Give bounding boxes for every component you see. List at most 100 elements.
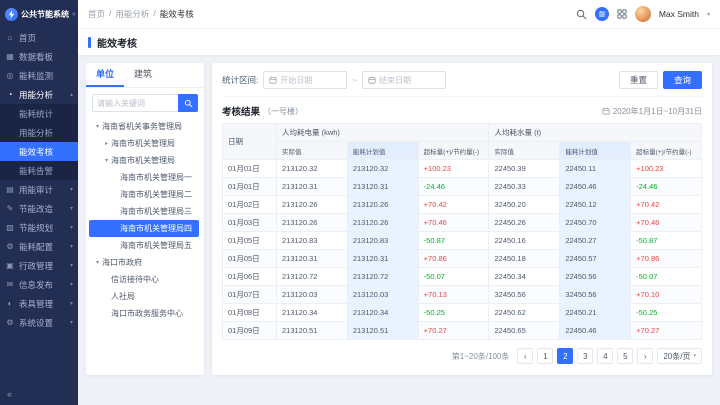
- sidebar-item-label: 节能规划: [19, 222, 53, 234]
- sidebar-item[interactable]: ✉信息发布▾: [0, 275, 78, 294]
- sidebar-item[interactable]: ◎能耗监测: [0, 66, 78, 85]
- sidebar-item[interactable]: ◐表具管理▾: [0, 294, 78, 313]
- col-subheader: 能耗计划值: [560, 142, 631, 160]
- caret-down-icon: ▾: [70, 319, 73, 326]
- tree-search: [86, 88, 204, 116]
- title-accent-bar: [88, 37, 91, 48]
- cell-value: 213120.72: [277, 268, 348, 286]
- sidebar-item[interactable]: ⚙系统设置▾: [0, 313, 78, 332]
- tree-node[interactable]: 海南市机关管理局二: [89, 186, 199, 203]
- tree-node[interactable]: ▾海南市机关管理局: [89, 152, 199, 169]
- next-page-button[interactable]: ›: [637, 348, 653, 364]
- tree-node[interactable]: 信访接待中心: [89, 271, 199, 288]
- tree-node[interactable]: 海南市机关管理局一: [89, 169, 199, 186]
- sidebar-item[interactable]: ⚙能耗配置▾: [0, 237, 78, 256]
- sidebar-menu: ⌂首页▦数据看板◎能耗监测◔用能分析▴能耗统计用能分析能效考核能耗告警▤用能审计…: [0, 28, 78, 383]
- cell-date: 01月03日: [223, 214, 277, 232]
- tree-node[interactable]: 海南市机关管理局五: [89, 237, 199, 254]
- page-button[interactable]: 4: [597, 348, 613, 364]
- sidebar-item-label: 能耗配置: [19, 241, 53, 253]
- cell-value: 22450.21: [560, 304, 631, 322]
- cell-value: 213120.31: [277, 250, 348, 268]
- sidebar-item[interactable]: ▤用能审计▾: [0, 180, 78, 199]
- page-title: 能效考核: [97, 35, 137, 50]
- cell-value: -50.25: [418, 304, 489, 322]
- org-tree-panel: 单位 建筑 ▾海南省机关事务管理局▸海南市机关管理局▾海南市机关管理局海南市机关…: [86, 63, 204, 375]
- cell-value: 213120.34: [277, 304, 348, 322]
- sidebar-subitem[interactable]: 能耗统计: [0, 104, 78, 123]
- page-button[interactable]: 2: [557, 348, 573, 364]
- sidebar-footer: «: [0, 383, 78, 405]
- apps-grid-icon[interactable]: [617, 9, 627, 19]
- cell-value: 32450.20: [489, 196, 560, 214]
- cell-value: +70.27: [631, 322, 702, 340]
- sidebar-item[interactable]: ▣行政管理▾: [0, 256, 78, 275]
- tree-node[interactable]: ▾海南省机关事务管理局: [89, 118, 199, 135]
- page-size-value: 20条/页: [663, 351, 690, 362]
- cell-value: 22450.18: [489, 250, 560, 268]
- search-button[interactable]: [178, 94, 198, 112]
- sidebar-subitem[interactable]: 用能分析: [0, 123, 78, 142]
- config-icon: ⚙: [5, 242, 15, 251]
- admin-icon: ▣: [5, 261, 15, 270]
- tree-node[interactable]: ▾海口市政府: [89, 254, 199, 271]
- calendar-icon: [368, 76, 376, 84]
- avatar[interactable]: [635, 6, 651, 22]
- sidebar-collapse-icon[interactable]: «: [72, 11, 76, 18]
- end-date-placeholder: 结束日期: [379, 75, 411, 86]
- assessment-panel: 统计区间: 开始日期 ~ 结束日期 重置 查询 考核结果 （一号楼）: [212, 63, 712, 375]
- tree-node[interactable]: ▸海南市机关管理局: [89, 135, 199, 152]
- cell-value: 22450.70: [560, 214, 631, 232]
- cell-value: 22450.16: [489, 232, 560, 250]
- page-button[interactable]: 1: [537, 348, 553, 364]
- filter-icon[interactable]: [595, 7, 609, 21]
- cell-value: -50.87: [418, 232, 489, 250]
- breadcrumb-analysis[interactable]: 用能分析: [115, 8, 149, 20]
- sidebar-item[interactable]: ▦数据看板: [0, 47, 78, 66]
- start-date-input[interactable]: 开始日期: [263, 71, 347, 89]
- home-icon: ⌂: [5, 33, 15, 42]
- cell-date: 01月05日: [223, 232, 277, 250]
- sidebar-item[interactable]: ▧节能规划▾: [0, 218, 78, 237]
- cell-value: 213120.51: [277, 322, 348, 340]
- caret-up-icon: ▴: [70, 91, 73, 98]
- cell-value: +70.86: [418, 250, 489, 268]
- tree-node[interactable]: 海口市政务服务中心: [89, 305, 199, 322]
- search-icon[interactable]: [576, 9, 587, 20]
- calendar-icon: [269, 76, 277, 84]
- cell-value: 22450.27: [560, 232, 631, 250]
- reset-button[interactable]: 重置: [619, 71, 658, 89]
- sidebar-item[interactable]: ⌂首页: [0, 28, 78, 47]
- breadcrumb: 首页 / 用能分析 / 能效考核: [88, 8, 194, 20]
- prev-page-button[interactable]: ‹: [517, 348, 533, 364]
- tree-node-label: 海南市机关管理局二: [120, 189, 192, 200]
- results-subtitle: （一号楼）: [263, 106, 303, 117]
- sidebar-subitem[interactable]: 能效考核: [0, 142, 78, 161]
- collapse-menu-icon[interactable]: «: [7, 389, 12, 399]
- tab-building[interactable]: 建筑: [124, 63, 162, 87]
- caret-down-icon: ▾: [70, 205, 73, 212]
- pagination-total: 第1~20条/100条: [452, 351, 510, 362]
- cell-value: 213120.32: [277, 160, 348, 178]
- query-button[interactable]: 查询: [663, 71, 702, 89]
- breadcrumb-home[interactable]: 首页: [88, 8, 105, 20]
- cell-value: 213120.26: [347, 196, 418, 214]
- end-date-input[interactable]: 结束日期: [362, 71, 446, 89]
- page-number-buttons: 12345: [537, 348, 633, 364]
- search-input[interactable]: [92, 94, 178, 112]
- tree-node[interactable]: 海南市机关管理局四: [89, 220, 199, 237]
- sidebar-item[interactable]: ◔用能分析▴: [0, 85, 78, 104]
- page-size-select[interactable]: 20条/页 ▾: [657, 348, 702, 364]
- page-button[interactable]: 5: [617, 348, 633, 364]
- tree-node[interactable]: 人社局: [89, 288, 199, 305]
- tree-node[interactable]: 海南市机关管理局三: [89, 203, 199, 220]
- sidebar-subitem[interactable]: 能耗告警: [0, 161, 78, 180]
- sidebar-item[interactable]: ✎节能改造▾: [0, 199, 78, 218]
- cell-value: +70.27: [418, 322, 489, 340]
- cell-value: +70.46: [418, 214, 489, 232]
- tab-unit[interactable]: 单位: [86, 63, 124, 87]
- page-button[interactable]: 3: [577, 348, 593, 364]
- caret-down-icon[interactable]: ▾: [707, 11, 710, 18]
- page-header: 能效考核: [78, 28, 720, 55]
- user-name[interactable]: Max Smith: [659, 9, 699, 19]
